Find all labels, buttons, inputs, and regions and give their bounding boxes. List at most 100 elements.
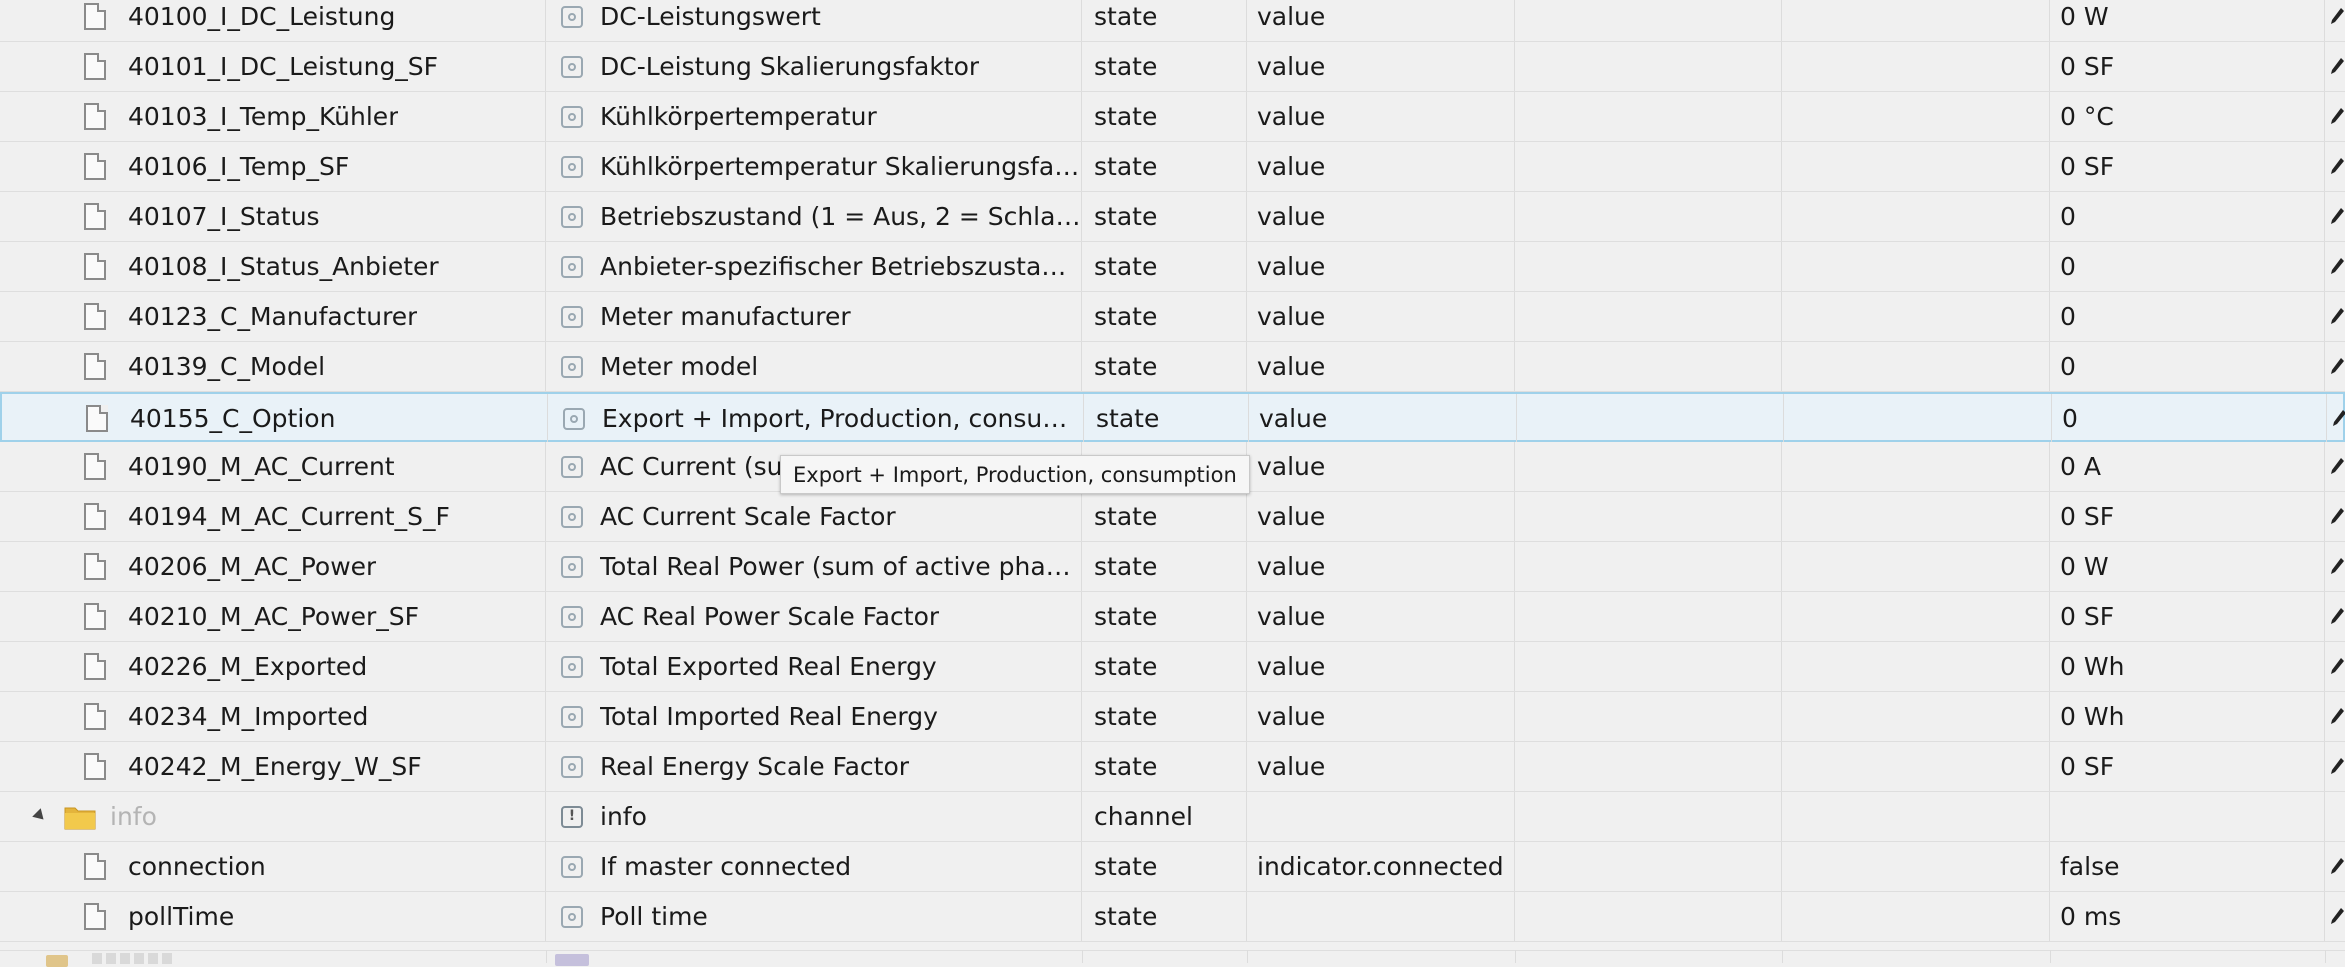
edit-pencil-icon[interactable]	[2329, 6, 2345, 26]
function-cell[interactable]	[1782, 892, 2050, 941]
name-cell[interactable]: Kühlkörpertemperatur	[546, 92, 1082, 141]
room-cell[interactable]	[1515, 742, 1782, 791]
room-cell[interactable]	[1515, 292, 1782, 341]
collapse-arrow-icon[interactable]	[32, 808, 48, 824]
function-cell[interactable]	[1782, 92, 2050, 141]
name-cell[interactable]: DC-Leistungswert	[546, 0, 1082, 41]
table-row[interactable]: 40103_I_Temp_Kühler Kühlkörpertemperatur…	[0, 92, 2345, 142]
role-cell[interactable]: value	[1247, 492, 1515, 541]
id-cell[interactable]: pollTime	[0, 892, 546, 941]
value-cell[interactable]: 0 °C	[2050, 92, 2325, 141]
value-cell[interactable]: 0 A	[2050, 442, 2325, 491]
value-cell[interactable]: false	[2050, 842, 2325, 891]
edit-pencil-icon[interactable]	[2329, 606, 2345, 626]
role-cell[interactable]: value	[1247, 242, 1515, 291]
folder-row[interactable]: info ! info channel	[0, 792, 2345, 842]
id-cell[interactable]: 40234_M_Imported	[0, 692, 546, 741]
value-cell[interactable]: 0	[2050, 242, 2325, 291]
table-row[interactable]: 40123_C_Manufacturer Meter manufacturer …	[0, 292, 2345, 342]
edit-pencil-icon[interactable]	[2329, 306, 2345, 326]
id-cell[interactable]: 40101_I_DC_Leistung_SF	[0, 42, 546, 91]
edit-pencil-icon[interactable]	[2329, 556, 2345, 576]
role-cell[interactable]: value	[1247, 42, 1515, 91]
name-cell[interactable]: Real Energy Scale Factor	[546, 742, 1082, 791]
table-row[interactable]: connection If master connected state ind…	[0, 842, 2345, 892]
room-cell[interactable]	[1515, 492, 1782, 541]
value-cell[interactable]: 0 SF	[2050, 42, 2325, 91]
role-cell[interactable]: value	[1247, 592, 1515, 641]
id-cell[interactable]: 40100_I_DC_Leistung	[0, 0, 546, 41]
role-cell[interactable]: value	[1247, 542, 1515, 591]
room-cell[interactable]	[1515, 642, 1782, 691]
edit-pencil-icon[interactable]	[2329, 506, 2345, 526]
table-row[interactable]: 40242_M_Energy_W_SF Real Energy Scale Fa…	[0, 742, 2345, 792]
name-cell[interactable]: Meter manufacturer	[546, 292, 1082, 341]
room-cell[interactable]	[1515, 342, 1782, 391]
room-cell[interactable]	[1515, 0, 1782, 41]
edit-pencil-icon[interactable]	[2329, 656, 2345, 676]
name-cell[interactable]: DC-Leistung Skalierungsfaktor	[546, 42, 1082, 91]
type-cell[interactable]: state	[1082, 142, 1247, 191]
room-cell[interactable]	[1515, 892, 1782, 941]
room-cell[interactable]	[1517, 394, 1784, 443]
partial-next-row[interactable]	[0, 950, 2345, 967]
type-cell[interactable]: state	[1082, 692, 1247, 741]
table-row[interactable]: 40139_C_Model Meter model state value 0	[0, 342, 2345, 392]
type-cell[interactable]: state	[1082, 842, 1247, 891]
room-cell[interactable]	[1515, 142, 1782, 191]
edit-cell[interactable]	[2325, 692, 2345, 741]
id-cell[interactable]: 40108_I_Status_Anbieter	[0, 242, 546, 291]
room-cell[interactable]	[1515, 442, 1782, 491]
edit-cell[interactable]	[2325, 92, 2345, 141]
id-cell[interactable]: 40123_C_Manufacturer	[0, 292, 546, 341]
name-cell[interactable]: Kühlkörpertemperatur Skalierungsfaktor	[546, 142, 1082, 191]
name-cell[interactable]: ! info	[546, 792, 1082, 841]
id-cell[interactable]: 40210_M_AC_Power_SF	[0, 592, 546, 641]
room-cell[interactable]	[1515, 542, 1782, 591]
function-cell[interactable]	[1782, 542, 2050, 591]
function-cell[interactable]	[1782, 492, 2050, 541]
id-cell[interactable]: 40206_M_AC_Power	[0, 542, 546, 591]
type-cell[interactable]: state	[1082, 192, 1247, 241]
edit-cell[interactable]	[2325, 192, 2345, 241]
edit-cell[interactable]	[2325, 342, 2345, 391]
function-cell[interactable]	[1782, 342, 2050, 391]
room-cell[interactable]	[1515, 92, 1782, 141]
role-cell[interactable]: value	[1249, 394, 1517, 443]
type-cell[interactable]: state	[1082, 642, 1247, 691]
value-cell[interactable]: 0 Wh	[2050, 692, 2325, 741]
id-cell[interactable]: 40190_M_AC_Current	[0, 442, 546, 491]
value-cell[interactable]: 0 W	[2050, 0, 2325, 41]
edit-pencil-icon[interactable]	[2331, 408, 2345, 428]
role-cell[interactable]: value	[1247, 742, 1515, 791]
edit-cell[interactable]	[2325, 642, 2345, 691]
type-cell[interactable]: state	[1082, 292, 1247, 341]
value-cell[interactable]: 0	[2050, 342, 2325, 391]
function-cell[interactable]	[1782, 792, 2050, 841]
id-cell[interactable]: 40242_M_Energy_W_SF	[0, 742, 546, 791]
function-cell[interactable]	[1782, 242, 2050, 291]
role-cell[interactable]: value	[1247, 142, 1515, 191]
type-cell[interactable]: channel	[1082, 792, 1247, 841]
table-row[interactable]: 40194_M_AC_Current_S_F AC Current Scale …	[0, 492, 2345, 542]
id-cell[interactable]: 40194_M_AC_Current_S_F	[0, 492, 546, 541]
role-cell[interactable]: value	[1247, 92, 1515, 141]
role-cell[interactable]	[1247, 792, 1515, 841]
type-cell[interactable]: state	[1084, 394, 1249, 443]
role-cell[interactable]: value	[1247, 292, 1515, 341]
function-cell[interactable]	[1782, 642, 2050, 691]
function-cell[interactable]	[1782, 292, 2050, 341]
room-cell[interactable]	[1515, 192, 1782, 241]
edit-pencil-icon[interactable]	[2329, 456, 2345, 476]
function-cell[interactable]	[1784, 394, 2052, 443]
value-cell[interactable]: 0 SF	[2050, 742, 2325, 791]
name-cell[interactable]: If master connected	[546, 842, 1082, 891]
name-cell[interactable]: Export + Import, Production, consumpt…	[548, 394, 1084, 443]
type-cell[interactable]: state	[1082, 242, 1247, 291]
id-cell[interactable]: 40103_I_Temp_Kühler	[0, 92, 546, 141]
name-cell[interactable]: AC Current Scale Factor	[546, 492, 1082, 541]
id-cell[interactable]: 40226_M_Exported	[0, 642, 546, 691]
edit-cell[interactable]	[2325, 0, 2345, 41]
name-cell[interactable]: Betriebszustand (1 = Aus, 2 = Schlafen…	[546, 192, 1082, 241]
room-cell[interactable]	[1515, 792, 1782, 841]
